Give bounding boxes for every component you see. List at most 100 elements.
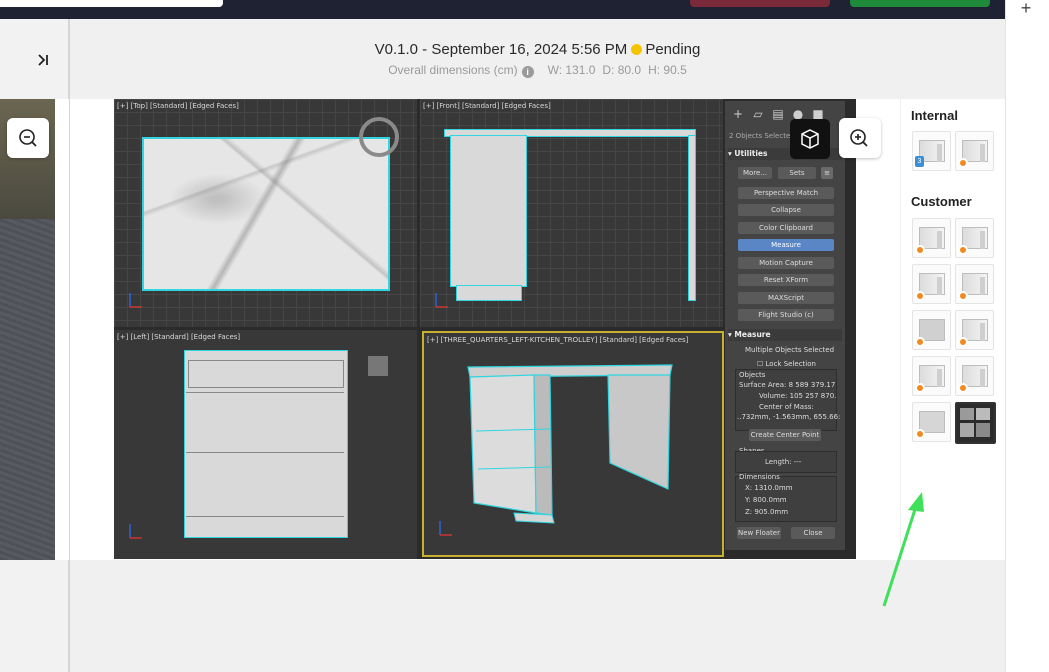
zoom-out-button[interactable] [7, 118, 49, 158]
zoom-in-button[interactable] [839, 118, 881, 158]
status-badge: Pending [645, 41, 701, 58]
sets-button[interactable]: Sets [778, 167, 816, 179]
page-title: V0.1.0 - September 16, 2024 5:56 PM Pendi… [70, 41, 1005, 58]
version-label: V0.1.0 [374, 41, 418, 58]
blender-badge-icon [915, 291, 925, 301]
measure-title-text: Measure [734, 330, 771, 339]
dimension-z-value: Z: 905.0mm [745, 508, 789, 516]
lock-selection-checkbox[interactable]: ☐ Lock Selection [757, 360, 816, 368]
length-value: Length: --- [765, 458, 802, 466]
customer-thumb-1[interactable] [912, 218, 951, 258]
width-value: W: 131.0 [547, 63, 596, 77]
internal-thumb-1[interactable]: 3 [912, 131, 951, 171]
viewport-front-label: [+] [Front] [Standard] [Edged Faces] [423, 102, 551, 110]
title-separator: - [422, 41, 428, 58]
reset-xform-button[interactable]: Reset XForm [738, 274, 834, 286]
blender-badge-icon [958, 158, 968, 168]
axis-gizmo [129, 524, 142, 539]
dimensions-label: Dimensions [739, 473, 780, 481]
status-dot [631, 44, 643, 55]
viewport-front[interactable]: [+] [Front] [Standard] [Edged Faces] [420, 99, 723, 327]
customer-thumb-5[interactable] [912, 310, 951, 350]
blender-badge-icon [915, 429, 925, 439]
customer-thumb-9[interactable] [912, 402, 951, 442]
customer-thumb-7[interactable] [912, 356, 951, 396]
lock-selection-label: Lock Selection [765, 360, 816, 368]
hierarchy-tab-icon[interactable]: ▤ [771, 107, 785, 121]
flight-studio-button[interactable]: Flight Studio (c) [738, 309, 834, 321]
modify-tab-icon[interactable]: ▱ [751, 107, 765, 121]
annotation-arrow [882, 492, 924, 607]
utilities-title-text: Utilities [734, 149, 768, 158]
measure-button[interactable]: Measure [738, 239, 834, 251]
3d-view-button[interactable] [790, 119, 830, 159]
photo-margin [55, 99, 69, 560]
dimension-x-value: X: 1310.0mm [745, 484, 793, 492]
zoom-in-icon [850, 129, 868, 147]
viewport-left-label: [+] [Left] [Standard] [Edged Faces] [117, 333, 241, 341]
more-button[interactable]: More... [738, 167, 772, 179]
objects-label: Objects [739, 371, 766, 379]
axis-gizmo [129, 293, 142, 308]
perspective-match-button[interactable]: Perspective Match [738, 187, 834, 199]
reject-button[interactable] [690, 0, 830, 7]
create-tab-icon[interactable]: + [731, 107, 745, 121]
customer-thumb-4[interactable] [955, 264, 994, 304]
center-of-mass-value: ..732mm, -1.563mm, 655.66: [737, 413, 841, 421]
blender-badge-icon [915, 245, 925, 255]
dimensions-label: Overall dimensions (cm) [388, 63, 518, 77]
blender-badge-icon [915, 383, 925, 393]
axis-gizmo [439, 521, 452, 536]
plus-icon[interactable]: + [1016, 0, 1036, 18]
customer-heading: Customer [911, 194, 972, 209]
depth-value: D: 80.0 [602, 63, 642, 77]
dimensions-row: Overall dimensions (cm) i W: 131.0 D: 80.0 H… [70, 63, 1005, 78]
volume-value: Volume: 105 257 870. [759, 392, 837, 400]
photo-wall [0, 99, 55, 219]
blender-badge-icon [958, 337, 968, 347]
trolley-model [467, 364, 673, 524]
front-cabinet [450, 135, 527, 287]
cube-icon [801, 129, 819, 149]
maxscript-button[interactable]: MAXScript [738, 292, 834, 304]
view-compass [359, 117, 399, 157]
view-cube [368, 356, 388, 376]
front-plinth [456, 285, 522, 301]
customer-thumb-10-selected[interactable] [955, 402, 996, 444]
blender-badge-icon [915, 337, 925, 347]
approve-button[interactable] [850, 0, 990, 7]
new-floater-button[interactable]: New Floater [737, 527, 781, 539]
front-leg [688, 135, 696, 301]
datetime-label: September 16, 2024 5:56 PM [431, 41, 628, 58]
customer-thumb-6[interactable] [955, 310, 994, 350]
color-clipboard-button[interactable]: Color Clipboard [738, 222, 834, 234]
reference-photo[interactable] [0, 99, 55, 560]
top-bar [0, 0, 1005, 19]
viewport-top[interactable]: [+] [Top] [Standard] [Edged Faces] [114, 99, 417, 327]
viewport-perspective[interactable]: [+] [THREE_QUARTERS_LEFT-KITCHEN_TROLLEY… [422, 331, 724, 557]
measure-section-title[interactable]: ▾ Measure [728, 329, 842, 341]
customer-thumb-8[interactable] [955, 356, 994, 396]
customer-thumb-2[interactable] [955, 218, 994, 258]
customer-thumb-3[interactable] [912, 264, 951, 304]
internal-heading: Internal [911, 108, 958, 123]
viewport-top-label: [+] [Top] [Standard] [Edged Faces] [117, 102, 239, 110]
right-strip [1005, 0, 1049, 672]
multiple-objects-label: Multiple Objects Selected [745, 346, 835, 354]
internal-thumb-2[interactable] [955, 131, 994, 171]
utilities-panel: + ▱ ▤ ● ■ 2 Objects Selected ▾ Utilities… [725, 101, 845, 550]
blender-badge-icon [958, 245, 968, 255]
marble-top-surface [142, 137, 390, 291]
surface-area-value: Surface Area: 8 589 379.17 [739, 381, 836, 389]
info-icon[interactable]: i [521, 66, 534, 78]
collapse-right-icon[interactable] [30, 50, 56, 70]
configure-sets-icon[interactable]: ≡ [821, 167, 833, 179]
motion-capture-button[interactable]: Motion Capture [738, 257, 834, 269]
collapse-button[interactable]: Collapse [738, 204, 834, 216]
dimension-y-value: Y: 800.0mm [745, 496, 787, 504]
close-button[interactable]: Close [791, 527, 835, 539]
create-center-point-button[interactable]: Create Center Point [749, 429, 821, 441]
viewport-left[interactable]: [+] [Left] [Standard] [Edged Faces] [114, 330, 417, 559]
blender-badge-icon [958, 291, 968, 301]
top-input-field[interactable] [0, 0, 223, 7]
